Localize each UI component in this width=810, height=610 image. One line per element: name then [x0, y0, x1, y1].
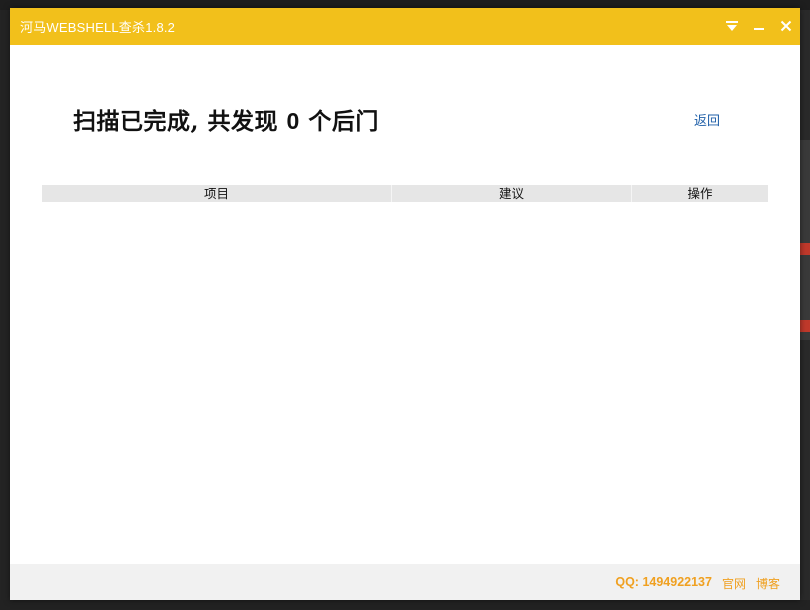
result-prefix: 扫描已完成, 共发现	[73, 108, 279, 135]
footer-links: QQ: 1494922137 官网 博客	[615, 575, 780, 592]
background-highlight	[800, 320, 810, 332]
column-header-item[interactable]: 项目	[42, 185, 392, 202]
back-link[interactable]: 返回	[694, 110, 720, 129]
menu-dropdown-button[interactable]	[721, 15, 743, 37]
background-highlight	[800, 243, 810, 255]
window-title: 河马WEBSHELL查杀1.8.2	[20, 20, 176, 35]
footer-bar: QQ: 1494922137 官网 博客	[10, 564, 800, 600]
minimize-icon	[754, 28, 764, 30]
desktop-background-left	[0, 10, 10, 610]
scan-result-heading: 扫描已完成, 共发现 0 个后门	[73, 102, 379, 136]
desktop-background-bottom	[0, 600, 810, 610]
results-table-header: 项目 建议 操作	[42, 185, 768, 202]
qq-contact: QQ: 1494922137	[615, 575, 712, 589]
background-window-edge	[800, 140, 810, 340]
title-bar[interactable]: 河马WEBSHELL查杀1.8.2	[10, 8, 800, 45]
minimize-button[interactable]	[748, 15, 770, 37]
result-suffix: 个后门	[308, 108, 379, 135]
menu-icon	[726, 21, 738, 31]
column-header-suggestion[interactable]: 建议	[392, 185, 632, 202]
close-icon	[780, 20, 792, 32]
column-header-action[interactable]: 操作	[632, 185, 768, 202]
backdoor-count: 0	[286, 108, 300, 134]
official-site-link[interactable]: 官网	[722, 575, 746, 592]
app-window: 河马WEBSHELL查杀1.8.2 扫描已完成, 共发现 0 个后门 返回 项目…	[10, 8, 800, 600]
blog-link[interactable]: 博客	[756, 575, 780, 592]
close-button[interactable]	[775, 15, 797, 37]
